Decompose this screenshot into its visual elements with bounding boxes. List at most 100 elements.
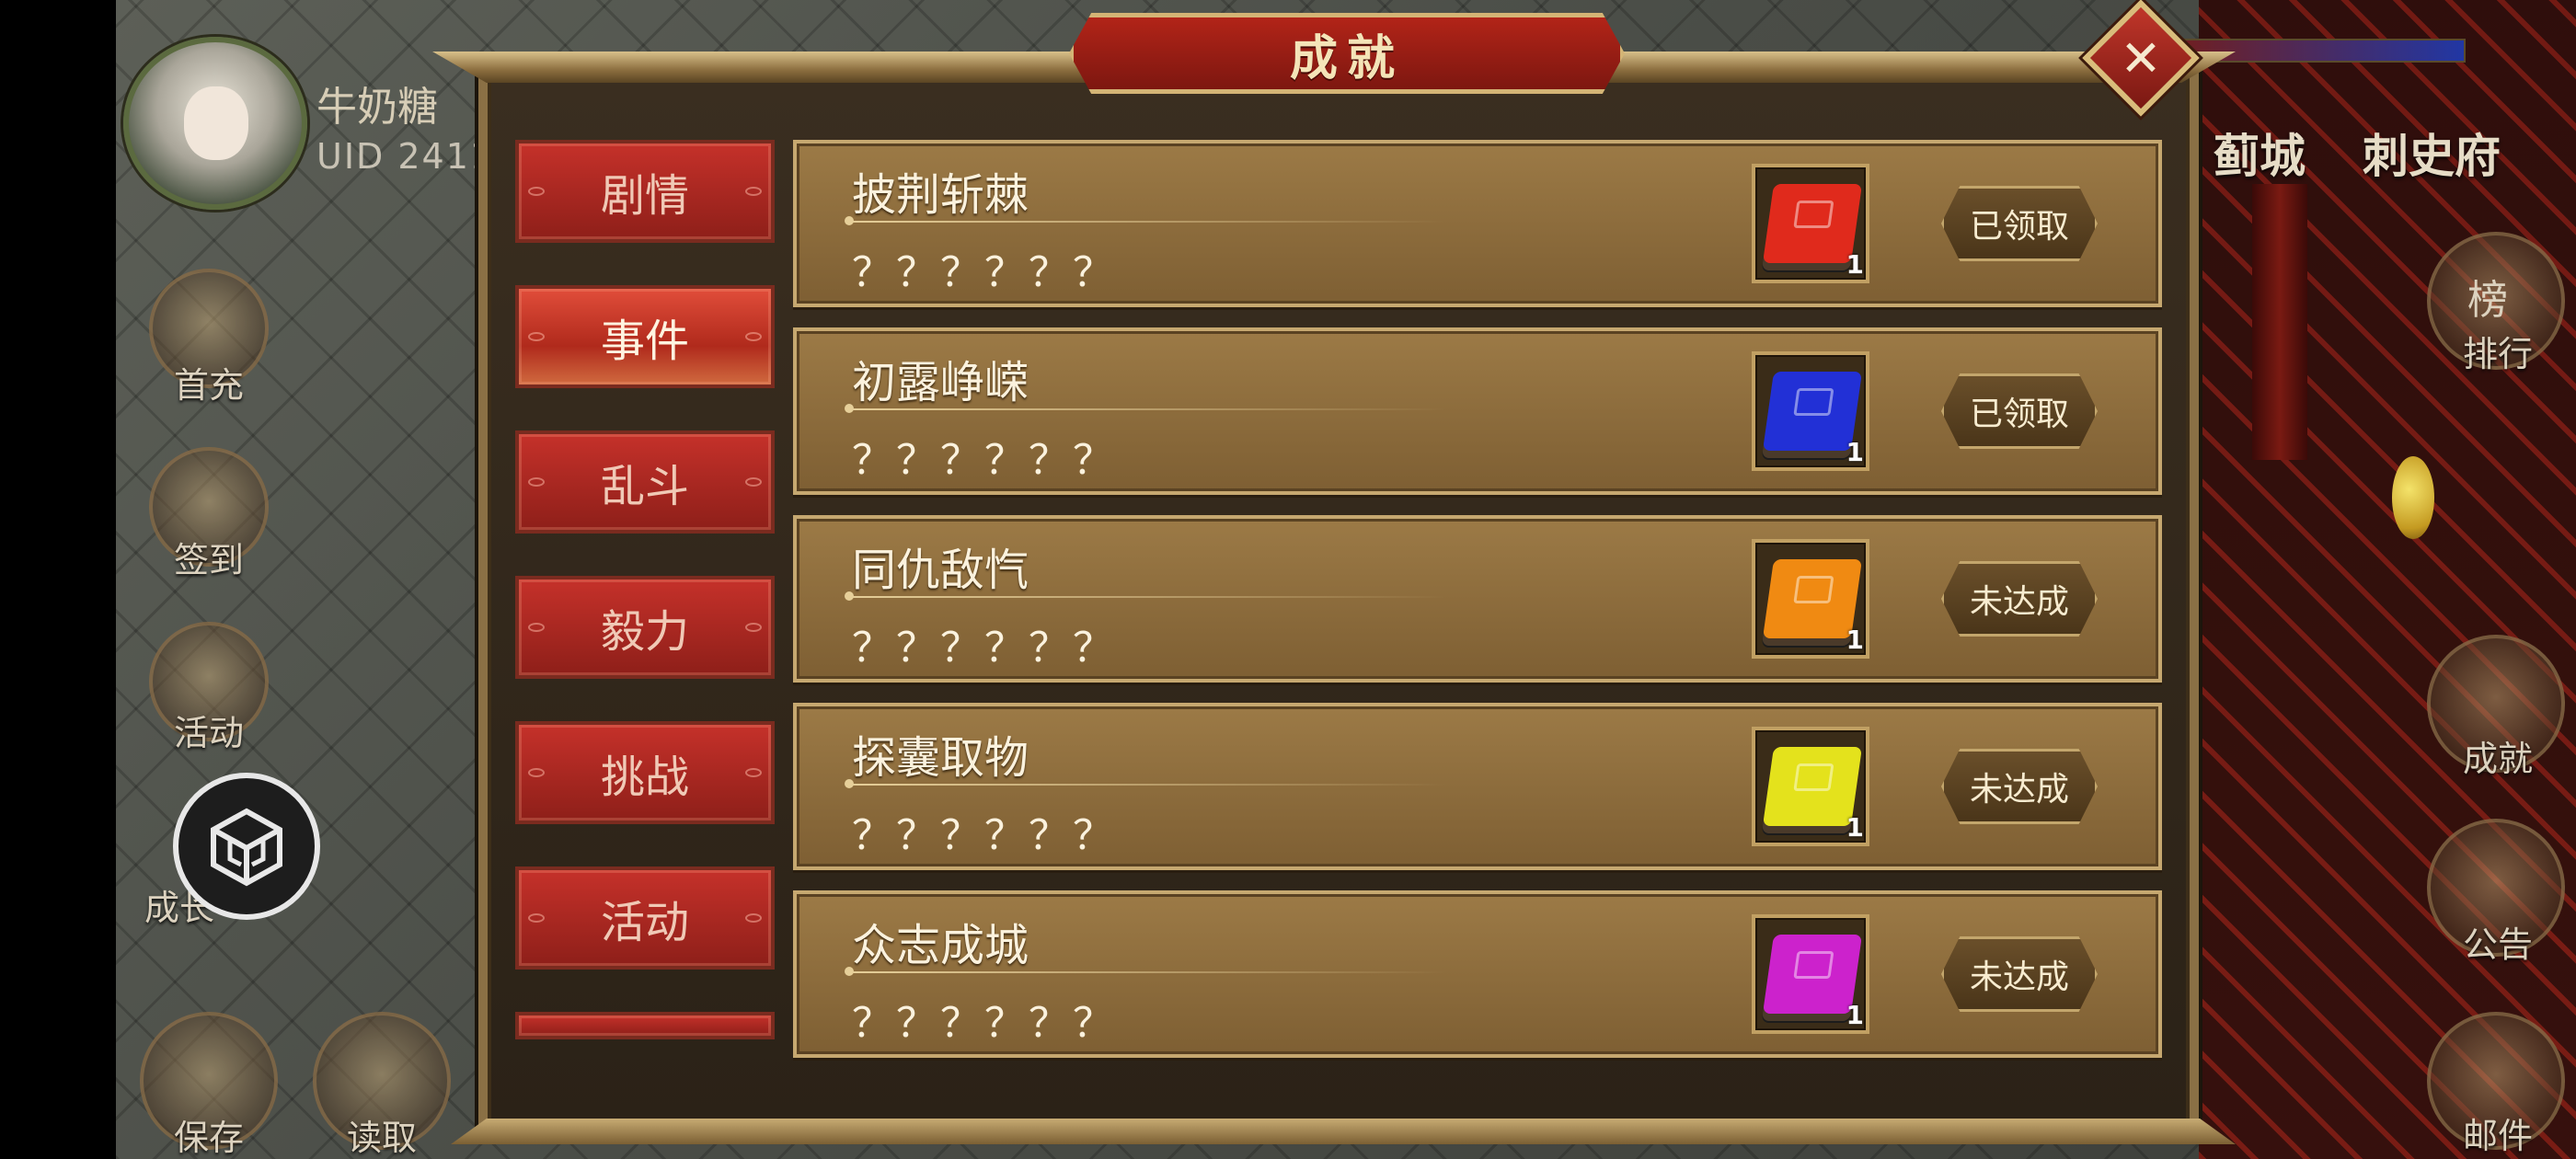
divider-dot <box>845 779 854 788</box>
reward-slot[interactable]: 1 <box>1752 164 1869 283</box>
tab-more[interactable] <box>515 1012 775 1039</box>
tab-label: 毅力 <box>600 606 689 658</box>
reward-slot[interactable]: 1 <box>1752 351 1869 471</box>
scan-button[interactable] <box>173 773 320 920</box>
book-clasp <box>1793 951 1834 979</box>
tab-ornament <box>528 623 545 632</box>
achievement-desc: ？？？？？？ <box>852 249 1117 296</box>
save-label: 保存 <box>173 1118 244 1158</box>
claimed-button[interactable]: 已领取 <box>1941 186 2098 261</box>
achievement-row: 探囊取物 ？？？？？？ 1 未达成 <box>793 703 2162 870</box>
achievement-title: 披荆斩棘 <box>852 169 1029 221</box>
lantern <box>2392 456 2434 539</box>
not-achieved-button[interactable]: 未达成 <box>1941 561 2098 637</box>
divider <box>848 784 1446 786</box>
achievement-row: 众志成城 ？？？？？？ 1 未达成 <box>793 890 2162 1058</box>
tab-label: 挑战 <box>600 752 689 803</box>
achievement-row: 披荆斩棘 ？？？？？？ 1 已领取 <box>793 140 2162 307</box>
achievement-row: 同仇敌忾 ？？？？？？ 1 未达成 <box>793 515 2162 683</box>
book-clasp <box>1793 763 1834 791</box>
achievement-row: 初露峥嵘 ？？？？？？ 1 已领取 <box>793 327 2162 495</box>
achievement-list[interactable]: 披荆斩棘 ？？？？？？ 1 已领取 初露峥嵘 ？？？？？？ 1 已领取 同仇敌忾 <box>793 132 2164 1080</box>
scan-cube-icon <box>211 808 282 887</box>
palace-pillar <box>2252 184 2307 460</box>
tab-ornament <box>745 623 762 632</box>
sign-in-label: 签到 <box>173 540 244 580</box>
tab-brawl[interactable]: 乱斗 <box>515 430 775 534</box>
status-label: 已领取 <box>1969 208 2069 246</box>
ranking-label: 排行 <box>2462 334 2533 374</box>
achievement-title: 探囊取物 <box>852 732 1029 784</box>
tab-label: 活动 <box>600 897 689 948</box>
achievement-desc: ？？？？？？ <box>852 812 1117 859</box>
book-clasp <box>1793 201 1834 228</box>
divider <box>848 408 1446 410</box>
location-office[interactable]: 刺史府 <box>2363 120 2501 186</box>
load-label: 读取 <box>346 1118 417 1158</box>
tab-ornament <box>528 913 545 923</box>
reward-slot[interactable]: 1 <box>1752 914 1869 1034</box>
achievement-title: 初露峥嵘 <box>852 357 1029 408</box>
reward-slot[interactable]: 1 <box>1752 727 1869 846</box>
divider-dot <box>845 967 854 976</box>
achievement-desc: ？？？？？？ <box>852 625 1117 671</box>
reward-slot[interactable]: 1 <box>1752 539 1869 659</box>
divider <box>848 221 1446 223</box>
divider-dot <box>845 404 854 413</box>
divider <box>848 596 1446 598</box>
divider-dot <box>845 216 854 225</box>
first-recharge-label: 首充 <box>173 365 244 406</box>
tab-ornament <box>745 477 762 487</box>
panel-title-plate: 成就 <box>1069 13 1625 94</box>
tab-story[interactable]: 剧情 <box>515 140 775 243</box>
tab-perseverance[interactable]: 毅力 <box>515 576 775 679</box>
achievement-desc: ？？？？？？ <box>852 1000 1117 1047</box>
tab-ornament <box>528 187 545 196</box>
status-label: 未达成 <box>1969 583 2069 621</box>
letterbox-bar <box>0 0 116 1159</box>
avatar-face <box>184 86 248 160</box>
book-clasp <box>1793 388 1834 416</box>
achievement-title: 同仇敌忾 <box>852 545 1029 596</box>
achievement-desc: ？？？？？？ <box>852 437 1117 484</box>
tab-ornament <box>745 332 762 341</box>
tab-ornament <box>528 332 545 341</box>
reward-count: 1 <box>1846 437 1864 467</box>
tab-challenge[interactable]: 挑战 <box>515 721 775 824</box>
notice-label: 公告 <box>2462 924 2533 965</box>
close-icon: ✕ <box>2120 29 2162 87</box>
tab-ornament <box>745 768 762 777</box>
mail-label: 邮件 <box>2462 1116 2533 1156</box>
tab-label: 事件 <box>600 316 689 367</box>
panel-title: 成就 <box>1289 29 1404 86</box>
tab-label: 乱斗 <box>600 461 689 512</box>
reward-count: 1 <box>1846 625 1864 655</box>
reward-count: 1 <box>1846 1000 1864 1030</box>
tab-event[interactable]: 事件 <box>515 285 775 388</box>
tab-activity[interactable]: 活动 <box>515 866 775 970</box>
location-city[interactable]: 蓟城 <box>2214 120 2306 186</box>
tab-ornament <box>528 768 545 777</box>
tab-ornament <box>745 187 762 196</box>
game-screen: 牛奶糖 UID 24111 首充 签到 活动 成长 保存 读取 蓟城 刺史府 榜… <box>0 0 2576 1159</box>
not-achieved-button[interactable]: 未达成 <box>1941 936 2098 1012</box>
status-label: 已领取 <box>1969 396 2069 433</box>
tab-ornament <box>528 477 545 487</box>
player-name: 牛奶糖 <box>316 84 438 131</box>
player-avatar[interactable] <box>123 37 307 210</box>
achievement-title: 众志成城 <box>852 920 1029 971</box>
divider-dot <box>845 591 854 601</box>
book-clasp <box>1793 576 1834 603</box>
status-label: 未达成 <box>1969 958 2069 996</box>
claimed-button[interactable]: 已领取 <box>1941 373 2098 449</box>
status-label: 未达成 <box>1969 771 2069 809</box>
tab-label: 剧情 <box>600 170 689 222</box>
tab-ornament <box>745 913 762 923</box>
panel-bottom-rail <box>451 1119 2236 1144</box>
rank-badge-icon: 榜 <box>2467 277 2508 324</box>
divider <box>848 971 1446 973</box>
achievement-hud-label: 成就 <box>2462 739 2533 779</box>
not-achieved-button[interactable]: 未达成 <box>1941 749 2098 824</box>
reward-count: 1 <box>1846 249 1864 280</box>
activity-label: 活动 <box>173 713 244 753</box>
